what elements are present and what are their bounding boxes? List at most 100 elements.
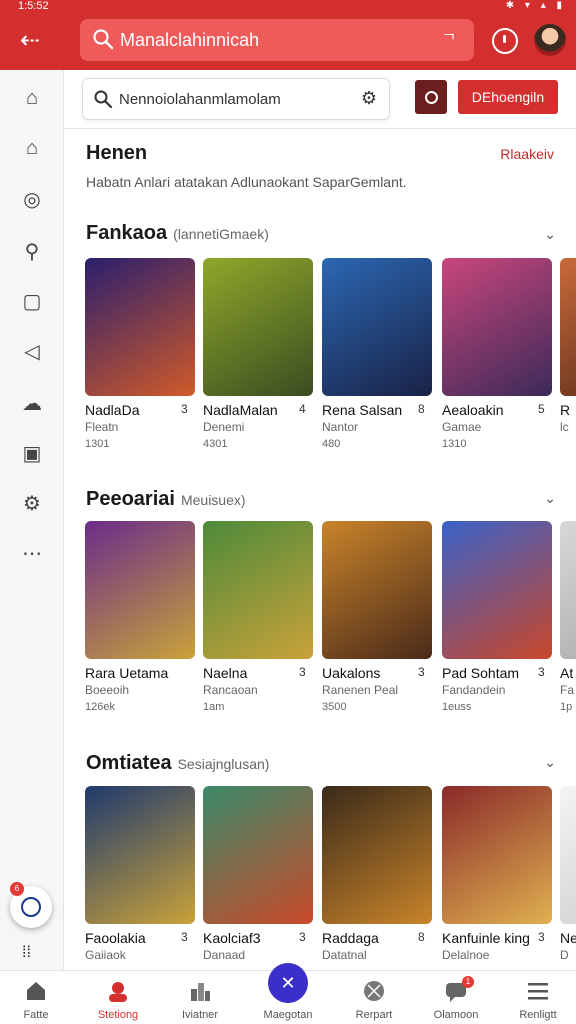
- game-card[interactable]: R lc: [560, 258, 576, 458]
- ball-icon: [364, 981, 384, 1001]
- game-title: Kanfuinle king: [442, 930, 530, 946]
- game-card[interactable]: Ne D: [560, 786, 576, 970]
- game-count: 3: [299, 665, 306, 679]
- primary-action-button[interactable]: DEhoengiln: [458, 80, 558, 114]
- game-title: Faoolakia: [85, 930, 146, 946]
- section-title-text: Fankaoa: [86, 222, 168, 244]
- game-thumbnail: [442, 786, 552, 924]
- game-subtitle: Nantor: [322, 420, 359, 434]
- apps-grid-icon[interactable]: ⁞⁞: [22, 944, 31, 962]
- game-thumbnail: [85, 258, 195, 396]
- game-subtitle: Ranenen Peal: [322, 683, 399, 697]
- mic-icon[interactable]: ᄀ: [442, 29, 456, 50]
- game-count: 3: [538, 930, 545, 944]
- home-icon: [27, 982, 45, 1000]
- game-meta: 480: [322, 438, 341, 450]
- nav-label: Iviatner: [181, 1009, 219, 1021]
- secondary-search-text: Nennoiolahanmlamolam: [119, 91, 281, 108]
- store-icon[interactable]: ⌂: [20, 136, 44, 160]
- game-title: Naelna: [203, 665, 248, 681]
- game-title: NadlaMalan: [203, 402, 278, 418]
- game-title: Pad Sohtam: [442, 665, 520, 681]
- section-title-text: Omtiatea: [86, 752, 172, 774]
- nav-label: Renligtt: [519, 1009, 557, 1021]
- game-count: 8: [418, 402, 425, 416]
- nav-label: Stetiong: [97, 1009, 139, 1021]
- game-title: NadlaDa: [85, 402, 140, 418]
- top-search-input[interactable]: Manalclahinnicah ᄀ: [80, 19, 474, 61]
- game-meta: 1am: [203, 701, 225, 713]
- nav-item-olamoon[interactable]: Olamoon: [420, 971, 492, 1024]
- nav-item-renligtt[interactable]: Renligtt: [502, 971, 574, 1024]
- record-button[interactable]: [415, 80, 447, 114]
- nav-item-stetiong[interactable]: Stetiong: [82, 971, 154, 1024]
- shield-icon[interactable]: ◎: [20, 188, 44, 212]
- status-time: 1:5:52: [18, 0, 49, 12]
- chevron-down-icon[interactable]: ⌄: [544, 490, 556, 507]
- top-app-bar: ⇠ Manalclahinnicah ᄀ: [0, 12, 576, 70]
- game-count: 3: [538, 665, 545, 679]
- chevron-down-icon[interactable]: ⌄: [544, 754, 556, 771]
- game-count: 5: [538, 402, 545, 416]
- more-icon[interactable]: ⋯: [20, 542, 44, 566]
- secondary-search-input[interactable]: Nennoiolahanmlamolam ⚙: [82, 78, 390, 120]
- settings-icon[interactable]: ⚙: [20, 492, 44, 516]
- game-thumbnail: [203, 258, 313, 396]
- game-thumbnail: [85, 521, 195, 659]
- game-count: 3: [299, 930, 306, 944]
- section-subtitle: Meuisuex): [180, 492, 246, 508]
- search-icon: [94, 90, 113, 109]
- game-subtitle: Datatnal: [322, 948, 367, 962]
- search-icon[interactable]: ⚲: [20, 240, 44, 264]
- game-meta: 1euss: [442, 701, 472, 713]
- nav-label: Rerpart: [355, 1009, 393, 1021]
- game-subtitle: lc: [560, 420, 569, 434]
- game-count: 4: [299, 402, 306, 416]
- section-subtitle: Sesiajnglusan): [177, 756, 270, 772]
- timer-button[interactable]: 6: [10, 882, 52, 928]
- nav-item-home[interactable]: Fatte: [0, 971, 72, 1024]
- game-thumbnail: [442, 258, 552, 396]
- nav-item-iviatner[interactable]: Iviatner: [164, 971, 236, 1024]
- nav-item-rerpart[interactable]: Rerpart: [338, 971, 410, 1024]
- game-subtitle: Fandandein: [442, 683, 506, 697]
- compass-icon[interactable]: ✕: [268, 963, 308, 1003]
- image-icon[interactable]: ▣: [20, 442, 44, 466]
- nav-label: Olamoon: [433, 1009, 479, 1021]
- top-search-text: Manalclahinnicah: [120, 30, 260, 50]
- timer-badge: 6: [10, 882, 24, 896]
- status-bar: 1:5:52 ✱ ▾ ▴ ▮: [0, 0, 576, 12]
- game-title: Uakalons: [322, 665, 381, 681]
- status-icons: ✱ ▾ ▴ ▮: [505, 0, 566, 11]
- cloud-icon[interactable]: ☁: [20, 392, 44, 416]
- game-card[interactable]: At Fa 1p: [560, 521, 576, 721]
- game-meta: 4301: [203, 438, 228, 450]
- header-link[interactable]: Rlaakeiv: [500, 146, 554, 162]
- back-icon[interactable]: ⇠: [20, 28, 46, 54]
- game-subtitle: Fa: [560, 683, 575, 697]
- game-thumbnail: [560, 258, 576, 396]
- page-subtitle: Habatn Anlari atatakan Adlunaokant Sapar…: [86, 174, 407, 190]
- section-title: Peeoariai Meuisuex): [86, 488, 246, 511]
- game-thumbnail: [560, 786, 576, 924]
- person-icon: [109, 982, 127, 1002]
- avatar[interactable]: [534, 24, 566, 56]
- clock-icon: [21, 897, 41, 917]
- game-subtitle: Denemi: [203, 420, 245, 434]
- section-title: Omtiatea Sesiajnglusan): [86, 752, 269, 775]
- frame-icon[interactable]: ▢: [20, 290, 44, 314]
- game-subtitle: Rancaoan: [203, 683, 258, 697]
- filter-settings-icon[interactable]: ⚙: [361, 88, 377, 109]
- tag-icon[interactable]: ◁: [20, 340, 44, 364]
- game-count: 3: [418, 665, 425, 679]
- notification-icon[interactable]: [492, 28, 518, 54]
- home-icon[interactable]: ⌂: [20, 86, 44, 110]
- left-rail: ⌂ ⌂ ◎ ⚲ ▢ ◁ ☁ ▣ ⚙ ⋯: [0, 70, 64, 970]
- game-title: Ne: [560, 930, 576, 946]
- game-subtitle: Gamae: [442, 420, 482, 434]
- chevron-down-icon[interactable]: ⌄: [544, 226, 556, 243]
- game-thumbnail: [322, 258, 432, 396]
- game-subtitle: Danaad: [203, 948, 246, 962]
- game-thumbnail: [322, 521, 432, 659]
- game-subtitle: D: [560, 948, 569, 962]
